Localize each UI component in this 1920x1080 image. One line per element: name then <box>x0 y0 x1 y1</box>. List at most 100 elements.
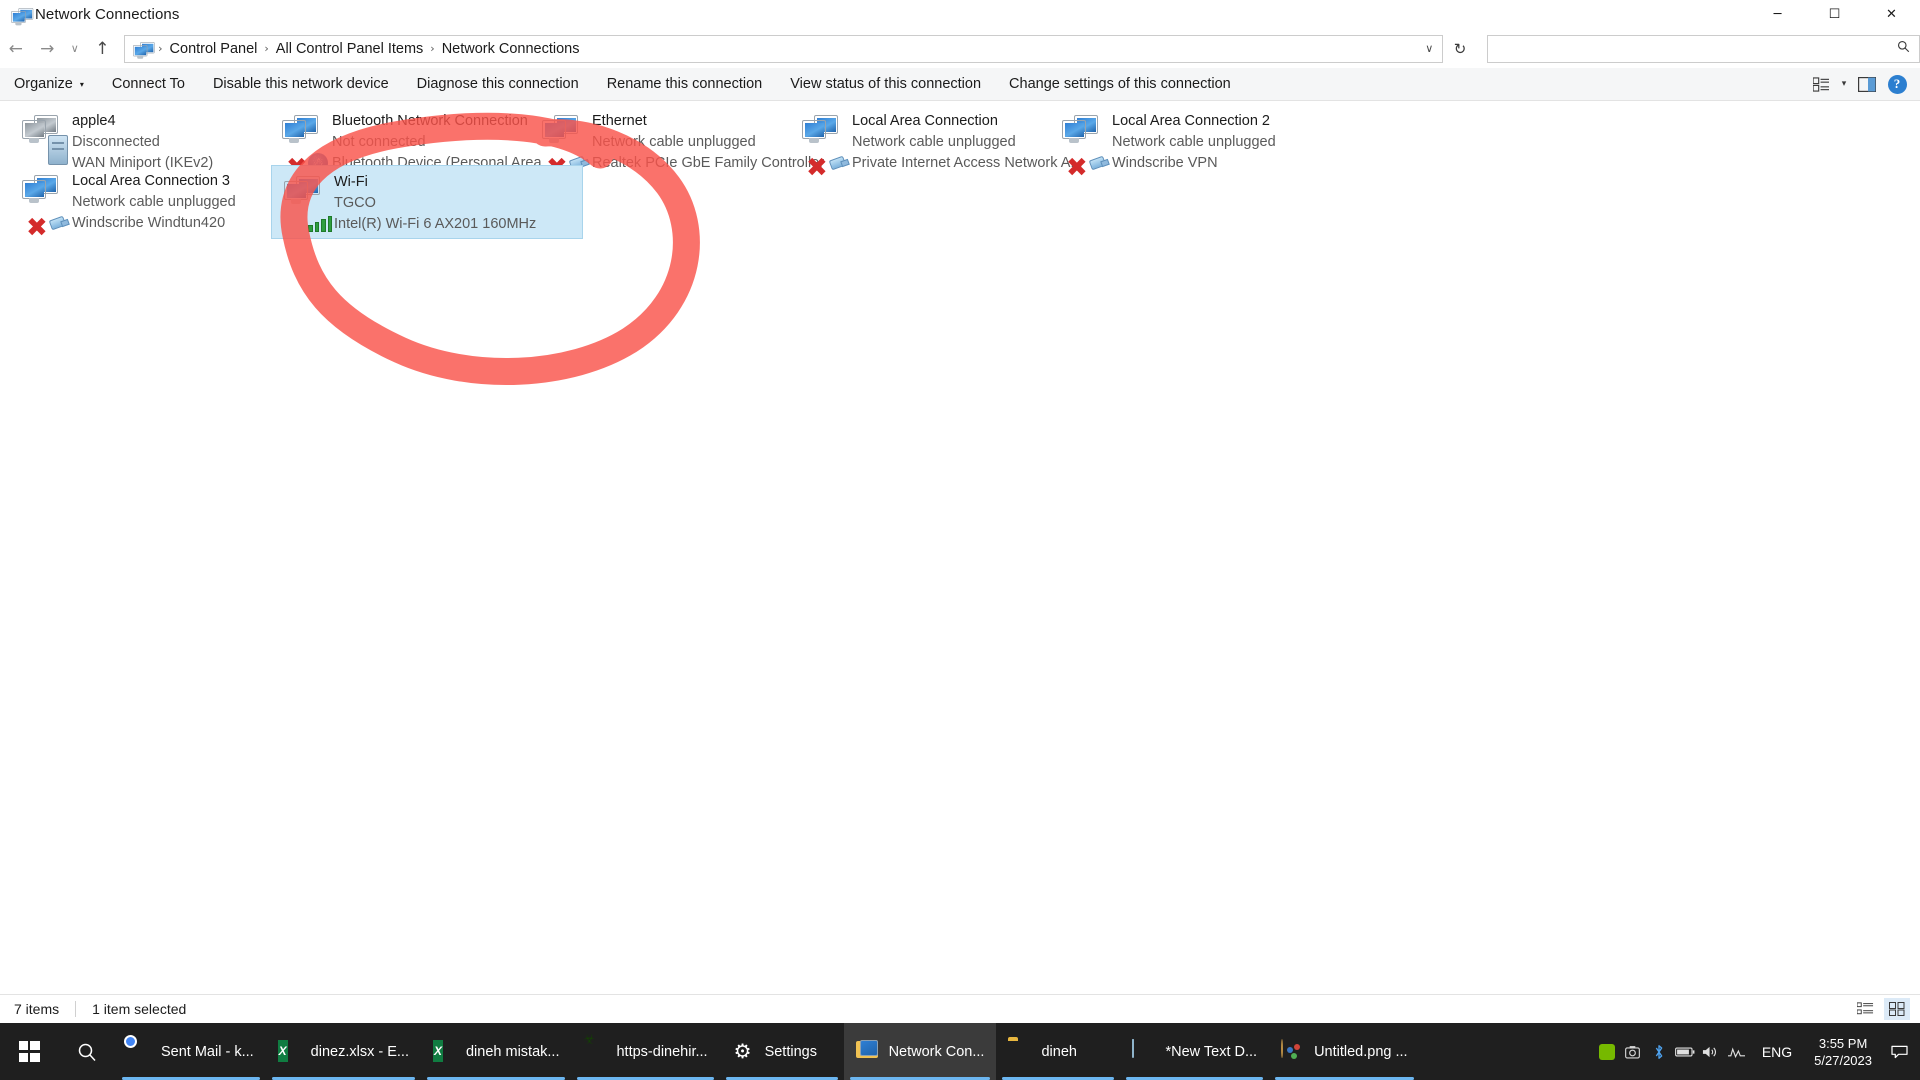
search-box[interactable] <box>1486 34 1920 63</box>
view-options-icon[interactable] <box>1806 69 1836 99</box>
network-activity-icon[interactable] <box>1724 1023 1750 1080</box>
green-app-icon <box>583 1040 607 1064</box>
address-bar-row: ← → ∨ ↑ › Control Panel › All Control Pa… <box>0 29 1920 68</box>
connection-item-wi-fi[interactable]: Wi-Fi TGCO Intel(R) Wi-Fi 6 AX201 160MHz <box>271 165 583 239</box>
network-adapter-icon: ✖ <box>800 113 850 181</box>
preview-pane-icon[interactable] <box>1852 69 1882 99</box>
command-bar-right-group: ▾ ? <box>1806 68 1912 100</box>
taskbar: Sent Mail - k... dinez.xlsx - E... dineh… <box>0 1023 1920 1080</box>
nvidia-icon[interactable] <box>1594 1023 1620 1080</box>
disconnected-x-icon: ✖ <box>806 153 828 183</box>
server-badge-icon <box>48 135 68 165</box>
chrome-icon <box>128 1040 152 1064</box>
taskbar-item-label: Untitled.png ... <box>1314 1043 1408 1060</box>
network-connections-window: Network Connections ─ ☐ ✕ ← → ∨ ↑ › Cont… <box>0 0 1920 1080</box>
connect-to-button[interactable]: Connect To <box>98 68 199 100</box>
taskbar-item-settings[interactable]: ⚙ Settings <box>720 1023 844 1080</box>
clock-time: 3:55 PM <box>1818 1035 1868 1051</box>
clock-date: 5/27/2023 <box>1814 1052 1872 1068</box>
breadcrumb-separator-0: › <box>158 42 163 55</box>
taskbar-item-https-dinehir[interactable]: https-dinehir... <box>571 1023 719 1080</box>
disable-network-device-button[interactable]: Disable this network device <box>199 68 403 100</box>
taskbar-item-dineh[interactable]: dineh <box>996 1023 1120 1080</box>
network-adapter-icon <box>20 113 68 165</box>
taskbar-item-label: dinez.xlsx - E... <box>310 1043 409 1060</box>
breadcrumb-separator-2: › <box>430 42 435 55</box>
network-folder-icon <box>855 1039 880 1064</box>
selection-count-label: 1 item selected <box>92 1001 187 1017</box>
forward-button[interactable]: → <box>32 33 64 65</box>
taskbar-item-dinez-xlsx[interactable]: dinez.xlsx - E... <box>266 1023 421 1080</box>
notification-center-icon[interactable] <box>1882 1023 1916 1080</box>
window-controls: ─ ☐ ✕ <box>1749 0 1920 29</box>
large-icons-view-icon[interactable] <box>1884 998 1910 1020</box>
organize-button[interactable]: Organize ▾ <box>0 68 98 100</box>
help-button[interactable]: ? <box>1882 69 1912 99</box>
network-adapter-icon: ✖ <box>20 173 70 241</box>
clock[interactable]: 3:55 PM 5/27/2023 <box>1804 1035 1882 1069</box>
bluetooth-icon[interactable] <box>1646 1023 1672 1080</box>
breadcrumb-control-panel[interactable]: Control Panel <box>166 41 262 57</box>
network-connections-icon <box>9 6 34 25</box>
minimize-button[interactable]: ─ <box>1749 0 1806 29</box>
network-adapter-icon <box>282 174 332 232</box>
battery-icon[interactable] <box>1672 1023 1698 1080</box>
screenshot-icon[interactable] <box>1620 1023 1646 1080</box>
title-bar: Network Connections ─ ☐ ✕ <box>0 0 1920 29</box>
language-indicator[interactable]: ENG <box>1750 1044 1804 1060</box>
change-settings-button[interactable]: Change settings of this connection <box>995 68 1245 100</box>
back-button[interactable]: ← <box>0 33 32 65</box>
view-options-chevron-down-icon[interactable]: ▾ <box>1836 69 1852 99</box>
breadcrumb-all-control-panel-items[interactable]: All Control Panel Items <box>272 41 427 57</box>
details-view-icon[interactable] <box>1852 998 1878 1020</box>
unplugged-cable-icon <box>1086 155 1110 171</box>
search-icon[interactable] <box>1889 40 1919 57</box>
connection-name: Local Area Connection 2 <box>1112 113 1270 129</box>
maximize-button[interactable]: ☐ <box>1806 0 1863 29</box>
network-adapter-icon: ✖ <box>540 113 590 181</box>
taskbar-item-label: Sent Mail - k... <box>161 1043 254 1060</box>
address-bar[interactable]: › Control Panel › All Control Panel Item… <box>124 34 1444 63</box>
notepad-icon <box>1132 1038 1156 1064</box>
up-button[interactable]: ↑ <box>87 33 119 65</box>
connections-list: apple4 Disconnected WAN Miniport (IKEv2)… <box>0 101 1920 1011</box>
network-adapter-icon: ✖ <box>1060 113 1110 181</box>
taskbar-item-label: dineh <box>1041 1043 1077 1060</box>
excel-icon <box>278 1040 302 1064</box>
taskbar-item-new-text-document[interactable]: *New Text D... <box>1120 1023 1269 1080</box>
gear-icon: ⚙ <box>733 1038 752 1063</box>
system-tray: ENG 3:55 PM 5/27/2023 <box>1594 1023 1920 1080</box>
taskbar-item-label: dineh mistak... <box>465 1043 560 1060</box>
connection-item-local-area-connection-2[interactable]: ✖ Local Area Connection 2 Network cable … <box>1050 105 1362 181</box>
taskbar-item-sent-mail[interactable]: Sent Mail - k... <box>116 1023 266 1080</box>
control-panel-icon <box>131 40 155 59</box>
disconnected-x-icon: ✖ <box>26 213 48 243</box>
disconnected-x-icon: ✖ <box>1066 153 1088 183</box>
taskbar-item-untitled-png[interactable]: Untitled.png ... <box>1269 1023 1420 1080</box>
recent-locations-button[interactable]: ∨ <box>63 33 87 65</box>
taskbar-item-network-connections[interactable]: Network Con... <box>843 1023 997 1080</box>
connection-status: Network cable unplugged <box>1112 134 1276 150</box>
wifi-signal-bars-icon <box>308 212 332 232</box>
help-icon: ? <box>1887 74 1907 94</box>
breadcrumb-network-connections[interactable]: Network Connections <box>438 41 584 57</box>
connection-device: Intel(R) Wi-Fi 6 AX201 160MHz <box>334 216 537 232</box>
connection-device: Windscribe VPN <box>1112 155 1218 171</box>
start-button[interactable] <box>0 1023 58 1080</box>
chevron-down-icon: ▾ <box>79 79 84 89</box>
taskbar-item-dineh-mistak[interactable]: dineh mistak... <box>421 1023 572 1080</box>
diagnose-connection-button[interactable]: Diagnose this connection <box>403 68 593 100</box>
command-bar: Organize ▾ Connect To Disable this netwo… <box>0 68 1920 101</box>
folder-icon <box>1008 1040 1032 1064</box>
taskbar-search-button[interactable] <box>58 1023 116 1080</box>
item-count-label: 7 items <box>14 1001 60 1017</box>
view-toggle-group <box>1852 998 1910 1020</box>
refresh-icon[interactable]: ↻ <box>1443 40 1476 58</box>
volume-icon[interactable] <box>1698 1023 1724 1080</box>
connection-name: Wi-Fi <box>334 174 368 190</box>
rename-connection-button[interactable]: Rename this connection <box>593 68 777 100</box>
breadcrumb-separator-1: › <box>264 42 269 55</box>
address-dropdown-icon[interactable]: ∨ <box>1416 42 1442 55</box>
close-button[interactable]: ✕ <box>1863 0 1920 29</box>
view-status-button[interactable]: View status of this connection <box>776 68 995 100</box>
